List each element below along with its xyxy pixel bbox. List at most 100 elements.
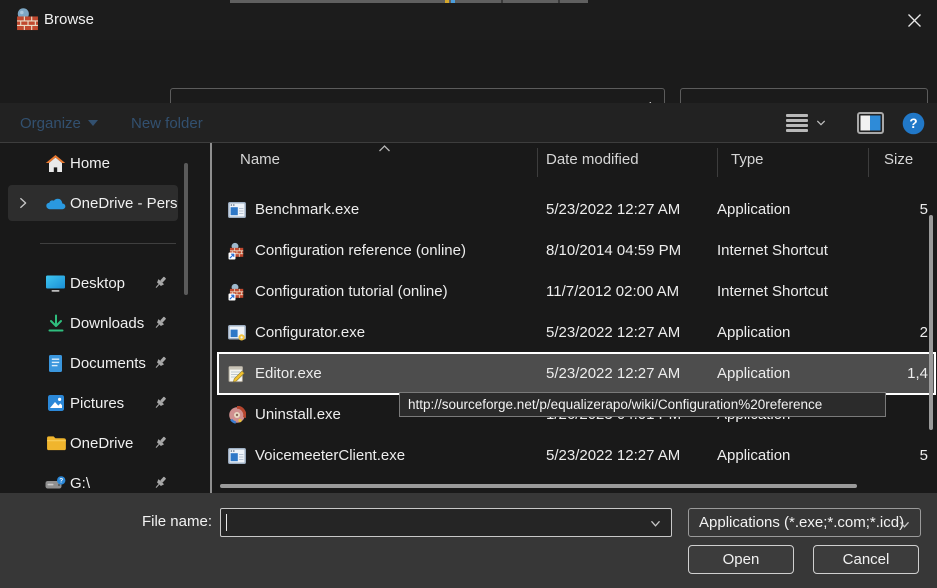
- help-icon: ?: [902, 112, 925, 135]
- equalizerapo-brick-wall-icon: [16, 7, 39, 32]
- expand-chevron-right-icon[interactable]: [16, 196, 30, 210]
- caret-down-icon: [88, 120, 98, 126]
- file-name: Configuration tutorial (online): [255, 283, 448, 300]
- file-type: Application: [717, 324, 868, 341]
- column-header-name[interactable]: Name: [240, 151, 280, 168]
- sidebar-item-onedrive-perso[interactable]: OneDrive - Perso: [8, 185, 178, 221]
- browse-dialog: Browse « Program Files › EqualizerAPO ›: [0, 0, 937, 588]
- column-separator[interactable]: [868, 148, 869, 177]
- file-row-voicemeeterclient-exe[interactable]: VoicemeeterClient.exe 5/23/2022 12:27 AMA…: [218, 435, 935, 476]
- editor-icon: [228, 365, 246, 383]
- sidebar-item-downloads[interactable]: Downloads: [8, 305, 178, 341]
- file-row-benchmark-exe[interactable]: Benchmark.exe5/23/2022 12:27 AMApplicati…: [218, 189, 935, 230]
- file-rows: Benchmark.exe5/23/2022 12:27 AMApplicati…: [212, 189, 937, 476]
- app-window-icon: [228, 201, 246, 219]
- file-name-label: File name:: [125, 507, 212, 537]
- uninstall-icon: [228, 406, 246, 424]
- preview-pane-icon: [857, 112, 884, 134]
- documents-icon: [45, 353, 66, 374]
- background-speck: [558, 0, 560, 3]
- background-speck: [451, 0, 455, 3]
- chevron-down-icon: [898, 519, 911, 529]
- column-header-size[interactable]: Size: [884, 151, 913, 168]
- file-name-input[interactable]: [221, 509, 641, 536]
- file-name: VoicemeeterClient.exe: [255, 447, 405, 464]
- text-cursor: [226, 514, 227, 531]
- preview-pane-button[interactable]: [852, 109, 888, 137]
- file-type: Application: [717, 447, 868, 464]
- pin-icon: [153, 315, 169, 331]
- column-header-type[interactable]: Type: [731, 151, 764, 168]
- details-view-icon: [786, 114, 809, 132]
- sidebar-item-desktop[interactable]: Desktop: [8, 265, 178, 301]
- file-date-modified: 5/23/2022 12:27 AM: [546, 447, 717, 464]
- new-folder-button[interactable]: New folder: [131, 103, 203, 143]
- column-header-date-modified[interactable]: Date modified: [546, 151, 639, 168]
- file-name: Configurator.exe: [255, 324, 365, 341]
- new-folder-label: New folder: [131, 115, 203, 132]
- horizontal-scrollbar[interactable]: [220, 484, 857, 488]
- pictures-icon: [45, 393, 66, 414]
- home-icon: [45, 153, 66, 174]
- change-view-button[interactable]: [786, 109, 826, 137]
- command-toolbar: Organize New folder ?: [0, 103, 937, 143]
- sidebar-item-onedrive[interactable]: OneDrive: [8, 425, 178, 461]
- column-separator[interactable]: [537, 148, 538, 177]
- background-speck: [445, 0, 449, 3]
- sidebar-scrollbar[interactable]: [184, 163, 188, 295]
- file-name: Benchmark.exe: [255, 201, 359, 218]
- file-size: 1,4: [868, 365, 935, 382]
- chevron-down-icon: [815, 118, 827, 128]
- chevron-down-icon[interactable]: [649, 518, 662, 528]
- sidebar-item-label: Home: [70, 155, 110, 172]
- file-row-configurator-exe[interactable]: Configurator.exe 5/23/2022 12:27 AMApplic…: [218, 312, 935, 353]
- web-shortcut-icon: [228, 242, 246, 260]
- file-type-value: Applications (*.exe;*.com;*.icd): [699, 514, 904, 531]
- dialog-footer: File name: Applications (*.exe;*.com;*.i…: [0, 493, 937, 588]
- close-button[interactable]: [891, 0, 937, 40]
- file-row-configuration-tutorial-online[interactable]: Configuration tutorial (online) 11/7/2012…: [218, 271, 935, 312]
- sidebar-item-label: G:\: [70, 475, 90, 492]
- sidebar-item-label: Desktop: [70, 275, 125, 292]
- sidebar-item-documents[interactable]: Documents: [8, 345, 178, 381]
- folder-icon: [45, 433, 66, 454]
- close-icon: [907, 13, 922, 28]
- vertical-scrollbar[interactable]: [929, 215, 933, 430]
- sidebar-item-g[interactable]: ?G:\: [8, 465, 178, 493]
- content-area: Home OneDrive - Perso Desktop Downloads Docu…: [0, 143, 937, 493]
- sort-ascending-icon: [378, 144, 391, 153]
- drive-icon: ?: [45, 473, 66, 494]
- file-name: Editor.exe: [255, 365, 322, 382]
- sidebar-item-label: OneDrive - Perso: [70, 195, 178, 212]
- sidebar-item-pictures[interactable]: Pictures: [8, 385, 178, 421]
- app-window-icon: [228, 447, 246, 465]
- file-date-modified: 11/7/2012 02:00 AM: [546, 283, 717, 300]
- pin-icon: [153, 395, 169, 411]
- cancel-button[interactable]: Cancel: [813, 545, 919, 574]
- background-speck: [501, 0, 503, 3]
- file-type-dropdown[interactable]: Applications (*.exe;*.com;*.icd): [688, 508, 921, 537]
- svg-text:?: ?: [909, 116, 917, 131]
- file-type: Application: [717, 365, 868, 382]
- file-size: 2: [868, 324, 935, 341]
- sidebar-item-label: Pictures: [70, 395, 124, 412]
- organize-button[interactable]: Organize: [20, 103, 98, 143]
- sidebar-item-label: Documents: [70, 355, 146, 372]
- file-date-modified: 5/23/2022 12:27 AM: [546, 324, 717, 341]
- file-row-configuration-reference-online[interactable]: Configuration reference (online)8/10/201…: [218, 230, 935, 271]
- navigation-sidebar: Home OneDrive - Perso Desktop Downloads Docu…: [0, 143, 210, 493]
- pin-icon: [153, 275, 169, 291]
- sidebar-item-home[interactable]: Home: [8, 145, 178, 181]
- file-row-editor-exe[interactable]: Editor.exe5/23/2022 12:27 AMApplication1…: [218, 353, 935, 394]
- downloads-icon: [45, 313, 66, 334]
- column-header-row: Name Date modified Type Size: [212, 143, 937, 181]
- help-button[interactable]: ?: [898, 109, 928, 137]
- file-type: Internet Shortcut: [717, 242, 868, 259]
- sidebar-item-label: OneDrive: [70, 435, 133, 452]
- sidebar-item-label: Downloads: [70, 315, 144, 332]
- file-name-combobox: [220, 508, 672, 537]
- desktop-icon: [45, 273, 66, 294]
- file-date-modified: 5/23/2022 12:27 AM: [546, 201, 717, 218]
- open-button[interactable]: Open: [688, 545, 794, 574]
- column-separator[interactable]: [717, 148, 718, 177]
